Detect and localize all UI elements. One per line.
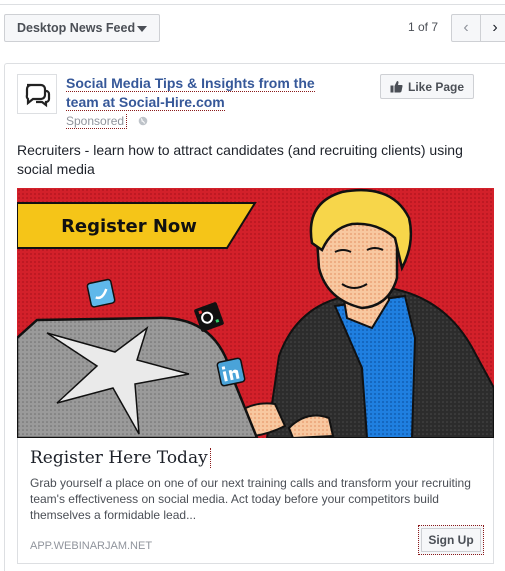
chevron-left-icon: ‹ xyxy=(463,19,469,36)
ad-domain: APP.WEBINARJAM.NET xyxy=(30,540,153,552)
ad-headline[interactable]: Register Here Today xyxy=(30,448,211,468)
caret-down-icon xyxy=(137,26,147,32)
sponsored-post-card: Social Media Tips & Insights from the te… xyxy=(4,63,505,571)
sign-up-label: Sign Up xyxy=(421,528,481,552)
chevron-right-icon: › xyxy=(492,19,498,36)
thumbs-up-icon xyxy=(390,81,403,93)
feed-selector-label: Desktop News Feed xyxy=(17,21,136,35)
page-name-link[interactable]: Social Media Tips & Insights from the te… xyxy=(66,74,336,112)
next-button[interactable]: › xyxy=(480,14,505,42)
page-avatar[interactable] xyxy=(17,74,57,114)
comic-illustration: Register Now xyxy=(17,188,494,438)
sponsored-label[interactable]: Sponsored xyxy=(66,114,128,129)
banner-text: Register Now xyxy=(61,216,197,237)
like-page-label: Like Page xyxy=(408,79,465,94)
ad-link-preview[interactable]: Register Here Today Grab yourself a plac… xyxy=(17,438,494,564)
globe-icon xyxy=(138,116,148,126)
ad-image[interactable]: Register Now xyxy=(17,188,494,438)
feed-selector-dropdown[interactable]: Desktop News Feed xyxy=(4,14,160,42)
ad-description: Grab yourself a place on one of our next… xyxy=(30,476,471,522)
post-text: Recruiters - learn how to attract candid… xyxy=(17,142,463,177)
top-toolbar: Desktop News Feed 1 of 7 ‹ › xyxy=(0,0,505,52)
pager-count: 1 of 7 xyxy=(408,20,439,34)
like-page-button[interactable]: Like Page xyxy=(380,74,474,99)
previous-button[interactable]: ‹ xyxy=(451,14,481,42)
speech-bubbles-icon xyxy=(25,83,51,108)
sign-up-button[interactable]: Sign Up xyxy=(418,525,484,555)
toolbar-divider xyxy=(0,0,505,5)
